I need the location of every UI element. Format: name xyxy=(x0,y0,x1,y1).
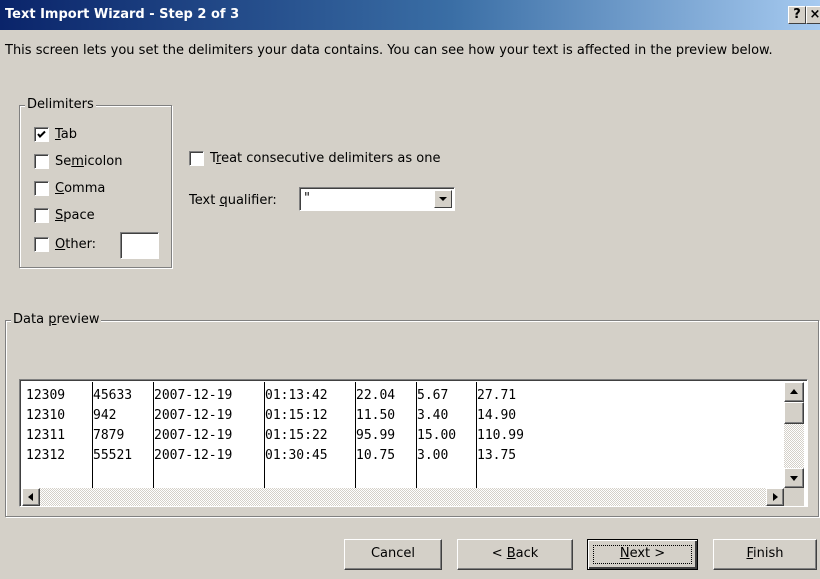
preview-cell: 14.90 xyxy=(477,408,517,423)
other-checkbox[interactable] xyxy=(34,237,49,252)
preview-cell: 22.04 xyxy=(356,388,396,403)
next-button[interactable]: Next > xyxy=(587,539,698,570)
scroll-down-button[interactable] xyxy=(784,468,804,488)
preview-cell: 12309 xyxy=(26,388,66,403)
comma-checkbox-label: Comma xyxy=(55,181,106,196)
window-title: Text Import Wizard - Step 2 of 3 xyxy=(5,7,240,22)
preview-cell: 12310 xyxy=(26,408,66,423)
back-button[interactable]: < Back xyxy=(457,539,573,570)
cancel-button[interactable]: Cancel xyxy=(344,539,442,570)
text-qualifier-label: Text qualifier: xyxy=(189,193,277,208)
preview-cell: 12311 xyxy=(26,428,66,443)
scrollbar-corner xyxy=(784,488,804,506)
text-import-wizard-dialog: Text Import Wizard - Step 2 of 3 ? × Thi… xyxy=(0,0,820,579)
semicolon-checkbox[interactable] xyxy=(34,154,49,169)
comma-checkbox[interactable] xyxy=(34,181,49,196)
preview-cell: 95.99 xyxy=(356,428,396,443)
preview-cell: 110.99 xyxy=(477,428,524,443)
scroll-right-button[interactable] xyxy=(766,488,784,506)
delimiters-group: Delimiters Tab Semicolon Comma Space Oth… xyxy=(19,97,172,268)
tab-checkbox[interactable] xyxy=(34,127,49,142)
space-checkbox-label: Space xyxy=(55,208,95,223)
preview-cell: 10.75 xyxy=(356,448,396,463)
data-preview-grid[interactable]: 12309 45633 2007-12-19 01:13:42 22.04 5.… xyxy=(19,379,808,507)
tab-checkbox-row[interactable]: Tab xyxy=(34,127,77,142)
horizontal-scrollbar[interactable] xyxy=(22,488,784,506)
wizard-description: This screen lets you set the delimiters … xyxy=(5,43,773,58)
vertical-scroll-thumb[interactable] xyxy=(784,402,804,424)
preview-cell: 11.50 xyxy=(356,408,396,423)
tab-checkbox-label: Tab xyxy=(55,127,78,142)
checkmark-icon xyxy=(37,130,46,138)
preview-cell: 55521 xyxy=(93,448,133,463)
preview-cell: 5.67 xyxy=(417,388,449,403)
preview-grid-area: 12309 45633 2007-12-19 01:13:42 22.04 5.… xyxy=(22,382,784,488)
preview-cell: 2007-12-19 xyxy=(154,388,233,403)
finish-button[interactable]: Finish xyxy=(713,539,817,570)
arrow-down-icon xyxy=(790,476,798,481)
consecutive-delimiters-checkbox[interactable] xyxy=(189,151,204,166)
semicolon-checkbox-label: Semicolon xyxy=(55,154,123,169)
preview-cell: 13.75 xyxy=(477,448,517,463)
comma-checkbox-row[interactable]: Comma xyxy=(34,181,105,196)
preview-cell: 2007-12-19 xyxy=(154,448,233,463)
preview-cell: 3.40 xyxy=(417,408,449,423)
other-checkbox-label: Other: xyxy=(55,237,97,252)
scroll-left-button[interactable] xyxy=(22,488,40,506)
preview-cell: 3.00 xyxy=(417,448,449,463)
consecutive-delimiters-label: Treat consecutive delimiters as one xyxy=(210,151,441,166)
text-qualifier-value: " xyxy=(304,191,310,206)
preview-cell: 2007-12-19 xyxy=(154,428,233,443)
preview-cell: 12312 xyxy=(26,448,66,463)
arrow-up-icon xyxy=(790,389,798,394)
data-preview-group-label: Data preview xyxy=(11,312,102,327)
help-button[interactable]: ? xyxy=(788,6,806,24)
text-qualifier-dropdown-button[interactable] xyxy=(434,190,452,208)
semicolon-checkbox-row[interactable]: Semicolon xyxy=(34,154,122,169)
scroll-up-button[interactable] xyxy=(784,382,804,402)
preview-cell: 01:15:22 xyxy=(265,428,328,443)
preview-cell: 27.71 xyxy=(477,388,517,403)
arrow-left-icon xyxy=(28,493,33,501)
other-delimiter-input[interactable] xyxy=(120,232,159,259)
focus-indicator xyxy=(593,545,692,564)
preview-cell: 01:15:12 xyxy=(265,408,328,423)
preview-cell: 942 xyxy=(93,408,117,423)
preview-cell: 45633 xyxy=(93,388,133,403)
preview-cell: 01:30:45 xyxy=(265,448,328,463)
space-checkbox-row[interactable]: Space xyxy=(34,208,95,223)
dropdown-arrow-icon xyxy=(439,197,447,201)
title-bar[interactable]: Text Import Wizard - Step 2 of 3 ? × xyxy=(0,0,820,30)
preview-cell: 7879 xyxy=(93,428,125,443)
arrow-right-icon xyxy=(773,493,778,501)
text-qualifier-select[interactable]: " xyxy=(299,187,455,211)
preview-cell: 15.00 xyxy=(417,428,457,443)
close-button[interactable]: × xyxy=(806,6,820,24)
preview-cell: 01:13:42 xyxy=(265,388,328,403)
preview-cell: 2007-12-19 xyxy=(154,408,233,423)
space-checkbox[interactable] xyxy=(34,208,49,223)
vertical-scrollbar[interactable] xyxy=(784,382,804,488)
consecutive-delimiters-row[interactable]: Treat consecutive delimiters as one xyxy=(189,151,440,166)
delimiters-group-label: Delimiters xyxy=(25,97,96,112)
other-checkbox-row[interactable]: Other: xyxy=(34,237,96,252)
